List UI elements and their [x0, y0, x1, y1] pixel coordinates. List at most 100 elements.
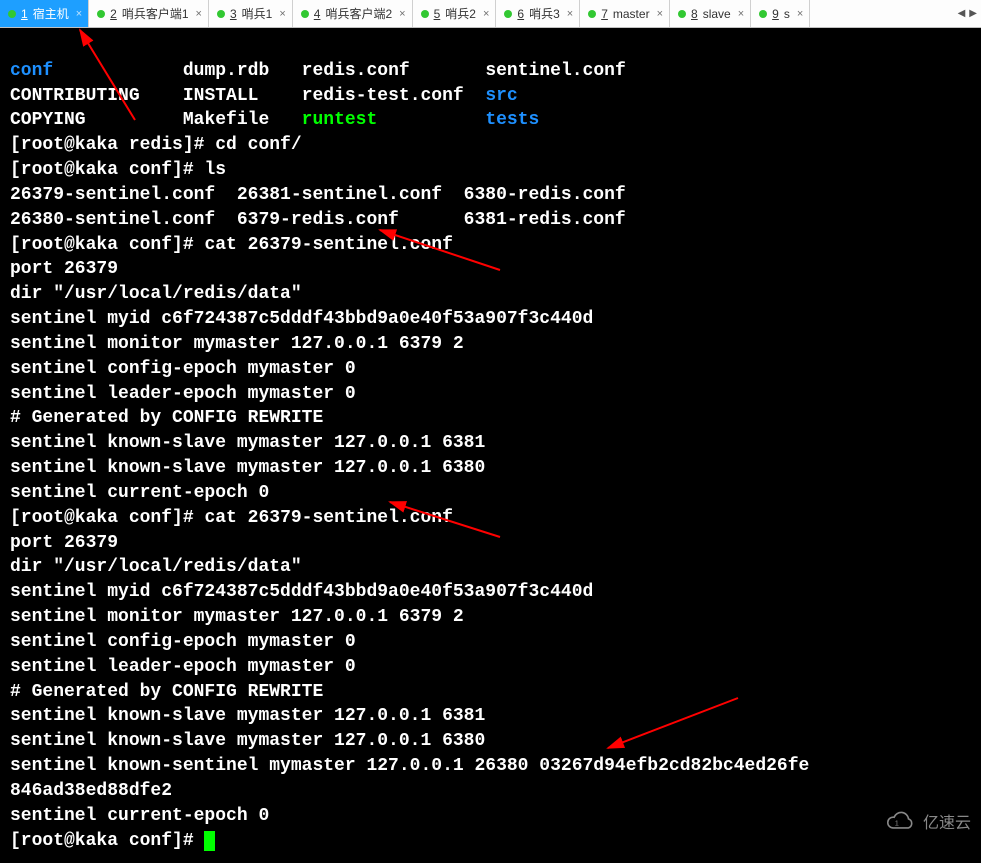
output-line: dir "/usr/local/redis/data" — [10, 284, 302, 304]
tab-scroll-right-icon[interactable]: ▶ — [969, 8, 977, 20]
tab-5[interactable]: 5 哨兵2 × — [413, 0, 497, 27]
tab-4[interactable]: 4 哨兵客户端2 × — [293, 0, 413, 27]
output-line: 26380-sentinel.conf 6379-redis.conf 6381… — [10, 210, 626, 230]
prompt: [root@kaka conf]# — [10, 235, 194, 255]
prompt: [root@kaka redis]# — [10, 135, 204, 155]
output-line: sentinel known-slave mymaster 127.0.0.1 … — [10, 731, 485, 751]
tab-bar: 1 宿主机×2 哨兵客户端1×3 哨兵1×4 哨兵客户端2×5 哨兵2×6 哨兵… — [0, 0, 981, 28]
ls-file: dump.rdb — [183, 61, 269, 81]
tab-8[interactable]: 8 slave × — [670, 0, 751, 27]
watermark-cloud-icon: 1 — [883, 810, 917, 832]
tab-3[interactable]: 3 哨兵1 × — [209, 0, 293, 27]
tab-label: 哨兵3 — [529, 5, 560, 22]
tab-1[interactable]: 1 宿主机 × — [0, 0, 89, 27]
tab-label: 哨兵1 — [242, 5, 273, 22]
output-line: # Generated by CONFIG REWRITE — [10, 408, 323, 428]
status-dot-icon — [588, 10, 596, 18]
output-line: # Generated by CONFIG REWRITE — [10, 682, 323, 702]
close-icon[interactable]: × — [738, 8, 744, 20]
output-line: sentinel current-epoch 0 — [10, 806, 269, 826]
close-icon[interactable]: × — [399, 8, 405, 20]
output-line: sentinel monitor mymaster 127.0.0.1 6379… — [10, 607, 464, 627]
close-icon[interactable]: × — [196, 8, 202, 20]
status-dot-icon — [504, 10, 512, 18]
close-icon[interactable]: × — [483, 8, 489, 20]
cmd: cd conf/ — [215, 135, 301, 155]
ls-file: redis.conf — [302, 61, 410, 81]
output-line: 846ad38ed88dfe2 — [10, 781, 172, 801]
status-dot-icon — [678, 10, 686, 18]
output-line: sentinel current-epoch 0 — [10, 483, 269, 503]
prompt: [root@kaka conf]# — [10, 831, 194, 851]
ls-dir-conf: conf — [10, 61, 53, 81]
close-icon[interactable]: × — [567, 8, 573, 20]
tab-number: 5 — [434, 7, 441, 21]
status-dot-icon — [8, 10, 16, 18]
output-line: dir "/usr/local/redis/data" — [10, 557, 302, 577]
tab-number: 8 — [691, 7, 698, 21]
output-line: sentinel config-epoch mymaster 0 — [10, 359, 356, 379]
close-icon[interactable]: × — [657, 8, 663, 20]
ls-file: CONTRIBUTING — [10, 86, 140, 106]
tab-number: 4 — [314, 7, 321, 21]
output-line: sentinel monitor mymaster 127.0.0.1 6379… — [10, 334, 464, 354]
status-dot-icon — [97, 10, 105, 18]
output-line: sentinel known-sentinel mymaster 127.0.0… — [10, 756, 809, 776]
tab-6[interactable]: 6 哨兵3 × — [496, 0, 580, 27]
tab-label: 哨兵客户端1 — [122, 5, 189, 22]
output-line: port 26379 — [10, 533, 118, 553]
tab-label: master — [613, 7, 650, 21]
ls-file: Makefile — [183, 110, 269, 130]
tab-number: 6 — [517, 7, 524, 21]
tab-label: s — [784, 7, 790, 21]
output-line: port 26379 — [10, 259, 118, 279]
close-icon[interactable]: × — [797, 8, 803, 20]
tab-number: 3 — [230, 7, 237, 21]
cmd: cat 26379-sentinel.conf — [204, 508, 452, 528]
tab-2[interactable]: 2 哨兵客户端1 × — [89, 0, 209, 27]
status-dot-icon — [217, 10, 225, 18]
tab-9[interactable]: 9 s × — [751, 0, 810, 27]
watermark-text: 亿速云 — [923, 809, 971, 833]
ls-file: sentinel.conf — [485, 61, 625, 81]
output-line: sentinel myid c6f724387c5dddf43bbd9a0e40… — [10, 309, 593, 329]
tab-scroll-left-icon[interactable]: ◀ — [958, 8, 966, 20]
prompt: [root@kaka conf]# — [10, 160, 194, 180]
output-line: sentinel known-slave mymaster 127.0.0.1 … — [10, 706, 485, 726]
tab-label: 哨兵2 — [445, 5, 476, 22]
ls-file: COPYING — [10, 110, 86, 130]
close-icon[interactable]: × — [279, 8, 285, 20]
ls-dir-src: src — [485, 86, 517, 106]
cursor-icon — [204, 831, 215, 851]
tab-label: 哨兵客户端2 — [325, 5, 392, 22]
prompt: [root@kaka conf]# — [10, 508, 194, 528]
tab-number: 7 — [601, 7, 608, 21]
tab-label: slave — [703, 7, 731, 21]
ls-file: INSTALL — [183, 86, 259, 106]
output-line: sentinel leader-epoch mymaster 0 — [10, 384, 356, 404]
status-dot-icon — [759, 10, 767, 18]
tab-scroll-nav: ◀ ▶ — [954, 0, 981, 27]
tab-number: 9 — [772, 7, 779, 21]
status-dot-icon — [421, 10, 429, 18]
output-line: 26379-sentinel.conf 26381-sentinel.conf … — [10, 185, 626, 205]
close-icon[interactable]: × — [76, 8, 82, 20]
watermark: 1 亿速云 — [883, 809, 971, 833]
output-line: sentinel known-slave mymaster 127.0.0.1 … — [10, 433, 485, 453]
cmd: ls — [204, 160, 226, 180]
output-line: sentinel config-epoch mymaster 0 — [10, 632, 356, 652]
svg-text:1: 1 — [895, 818, 899, 827]
output-line: sentinel leader-epoch mymaster 0 — [10, 657, 356, 677]
output-line: sentinel myid c6f724387c5dddf43bbd9a0e40… — [10, 582, 593, 602]
tab-label: 宿主机 — [33, 5, 69, 22]
output-line: sentinel known-slave mymaster 127.0.0.1 … — [10, 458, 485, 478]
status-dot-icon — [301, 10, 309, 18]
ls-file: redis-test.conf — [302, 86, 464, 106]
ls-dir-tests: tests — [485, 110, 539, 130]
tab-number: 2 — [110, 7, 117, 21]
terminal[interactable]: conf dump.rdb redis.conf sentinel.conf C… — [0, 28, 981, 863]
tab-7[interactable]: 7 master × — [580, 0, 670, 27]
tab-number: 1 — [21, 7, 28, 21]
ls-exec-runtest: runtest — [302, 110, 378, 130]
cmd: cat 26379-sentinel.conf — [204, 235, 452, 255]
